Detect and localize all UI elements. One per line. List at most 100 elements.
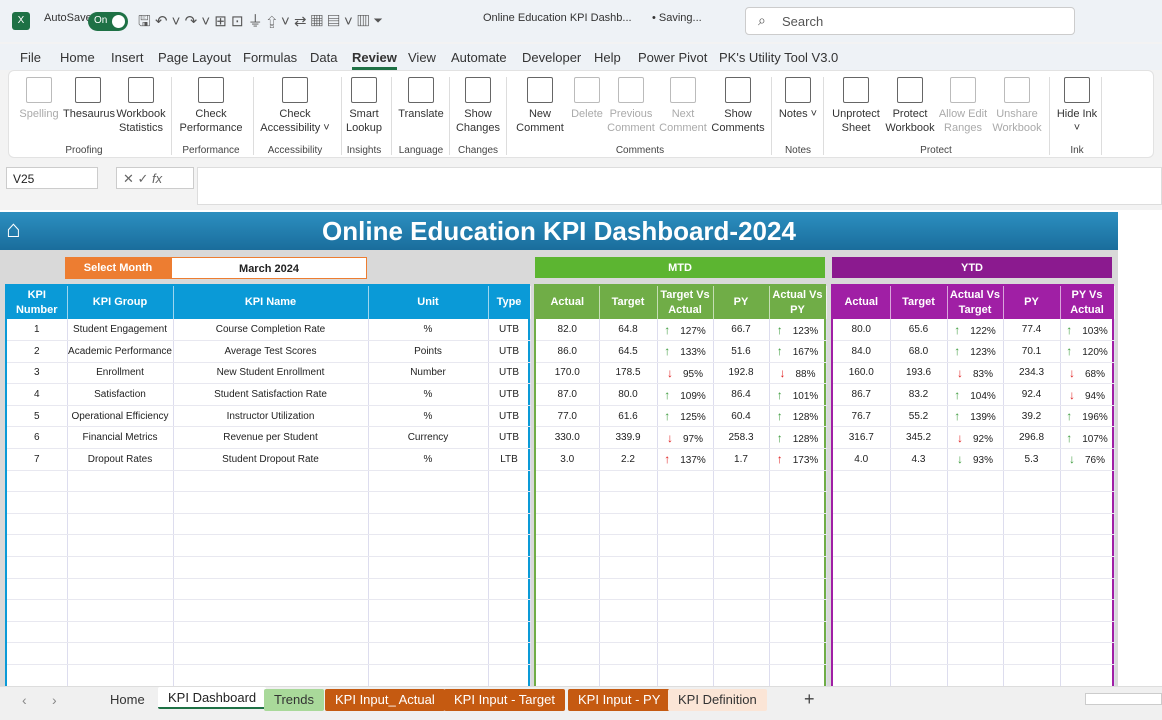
- table-cell[interactable]: [713, 599, 770, 622]
- table-cell[interactable]: [536, 534, 600, 558]
- menu-page-layout[interactable]: Page Layout: [158, 50, 231, 65]
- table-cell[interactable]: [657, 621, 714, 644]
- table-cell[interactable]: UTB: [488, 319, 531, 342]
- table-cell[interactable]: 77.4: [1003, 319, 1061, 342]
- table-cell[interactable]: [368, 491, 489, 514]
- table-cell[interactable]: 39.2: [1003, 405, 1061, 428]
- table-cell[interactable]: [368, 642, 489, 665]
- table-cell[interactable]: 80.0: [599, 383, 658, 406]
- menu-data[interactable]: Data: [310, 50, 337, 65]
- sheet-tab-kpi-dashboard[interactable]: KPI Dashboard: [158, 687, 267, 709]
- table-cell[interactable]: Financial Metrics: [67, 426, 174, 450]
- table-cell[interactable]: [657, 491, 714, 514]
- table-cell[interactable]: [1060, 534, 1115, 558]
- add-sheet-icon[interactable]: +: [804, 689, 815, 710]
- table-cell[interactable]: [713, 664, 770, 687]
- table-cell[interactable]: [7, 642, 68, 665]
- table-cell[interactable]: Student Dropout Rate: [173, 448, 369, 471]
- sheet-tab-kpi-input-py[interactable]: KPI Input - PY: [568, 689, 671, 711]
- table-cell[interactable]: [890, 556, 948, 579]
- table-cell[interactable]: [1003, 642, 1061, 665]
- table-cell[interactable]: ↑ 133%: [657, 340, 714, 363]
- table-cell[interactable]: ↓ 95%: [657, 362, 714, 385]
- table-cell[interactable]: [713, 513, 770, 536]
- table-cell[interactable]: [368, 470, 489, 493]
- table-cell[interactable]: [67, 534, 174, 558]
- table-cell[interactable]: [173, 599, 369, 622]
- table-cell[interactable]: 65.6: [890, 319, 948, 342]
- table-cell[interactable]: %: [368, 448, 489, 471]
- table-cell[interactable]: [947, 491, 1004, 514]
- table-cell[interactable]: ↓ 94%: [1060, 383, 1115, 406]
- table-cell[interactable]: [657, 513, 714, 536]
- menu-home[interactable]: Home: [60, 50, 95, 65]
- table-cell[interactable]: 258.3: [713, 426, 770, 450]
- table-cell[interactable]: [7, 470, 68, 493]
- table-cell[interactable]: Satisfaction: [67, 383, 174, 406]
- table-cell[interactable]: Course Completion Rate: [173, 319, 369, 342]
- table-cell[interactable]: [1060, 470, 1115, 493]
- table-cell[interactable]: Student Satisfaction Rate: [173, 383, 369, 406]
- table-cell[interactable]: Number: [368, 362, 489, 385]
- table-cell[interactable]: 77.0: [536, 405, 600, 428]
- save-status[interactable]: • Saving...: [652, 12, 702, 24]
- table-cell[interactable]: [890, 621, 948, 644]
- table-cell[interactable]: [947, 534, 1004, 558]
- table-cell[interactable]: [67, 470, 174, 493]
- show-comments-button[interactable]: Show Comments: [709, 107, 767, 135]
- name-box[interactable]: V25: [6, 167, 98, 189]
- table-cell[interactable]: [657, 599, 714, 622]
- table-cell[interactable]: ↑ 128%: [769, 426, 827, 450]
- table-cell[interactable]: 192.8: [713, 362, 770, 385]
- table-cell[interactable]: [833, 599, 891, 622]
- table-cell[interactable]: [536, 621, 600, 644]
- table-cell[interactable]: UTB: [488, 426, 531, 450]
- table-cell[interactable]: 64.8: [599, 319, 658, 342]
- menu-help[interactable]: Help: [594, 50, 621, 65]
- home-icon[interactable]: ⌂: [6, 218, 34, 244]
- table-cell[interactable]: [488, 556, 531, 579]
- table-cell[interactable]: [7, 491, 68, 514]
- table-cell[interactable]: UTB: [488, 383, 531, 406]
- table-cell[interactable]: ↑ 107%: [1060, 426, 1115, 450]
- table-cell[interactable]: [67, 621, 174, 644]
- table-cell[interactable]: Currency: [368, 426, 489, 450]
- table-cell[interactable]: [536, 664, 600, 687]
- hide-ink-button[interactable]: Hide Ink ˅: [1055, 107, 1099, 135]
- table-cell[interactable]: [173, 556, 369, 579]
- table-cell[interactable]: [1060, 664, 1115, 687]
- table-cell[interactable]: 178.5: [599, 362, 658, 385]
- table-cell[interactable]: 5: [7, 405, 68, 428]
- table-cell[interactable]: [7, 621, 68, 644]
- table-cell[interactable]: 87.0: [536, 383, 600, 406]
- table-cell[interactable]: [769, 513, 827, 536]
- sheet-tab-trends[interactable]: Trends: [264, 689, 324, 711]
- table-cell[interactable]: ↑ 173%: [769, 448, 827, 471]
- table-cell[interactable]: 83.2: [890, 383, 948, 406]
- table-cell[interactable]: [599, 491, 658, 514]
- table-cell[interactable]: [890, 578, 948, 601]
- table-cell[interactable]: [368, 664, 489, 687]
- table-cell[interactable]: [368, 621, 489, 644]
- table-cell[interactable]: ↑ 123%: [769, 319, 827, 342]
- table-cell[interactable]: 2: [7, 340, 68, 363]
- table-cell[interactable]: ↓ 93%: [947, 448, 1004, 471]
- table-cell[interactable]: [536, 556, 600, 579]
- table-cell[interactable]: 86.7: [833, 383, 891, 406]
- table-cell[interactable]: ↑ 109%: [657, 383, 714, 406]
- table-cell[interactable]: [1003, 621, 1061, 644]
- table-cell[interactable]: [488, 491, 531, 514]
- table-cell[interactable]: ↓ 76%: [1060, 448, 1115, 471]
- table-cell[interactable]: [769, 491, 827, 514]
- table-cell[interactable]: 86.0: [536, 340, 600, 363]
- table-cell[interactable]: ↓ 88%: [769, 362, 827, 385]
- table-cell[interactable]: [173, 578, 369, 601]
- menu-review[interactable]: Review: [352, 50, 397, 70]
- table-cell[interactable]: [67, 513, 174, 536]
- table-cell[interactable]: [890, 599, 948, 622]
- translate-button[interactable]: Translate: [393, 107, 449, 121]
- table-cell[interactable]: [536, 578, 600, 601]
- table-cell[interactable]: [7, 556, 68, 579]
- table-cell[interactable]: ↑ 167%: [769, 340, 827, 363]
- table-cell[interactable]: [67, 599, 174, 622]
